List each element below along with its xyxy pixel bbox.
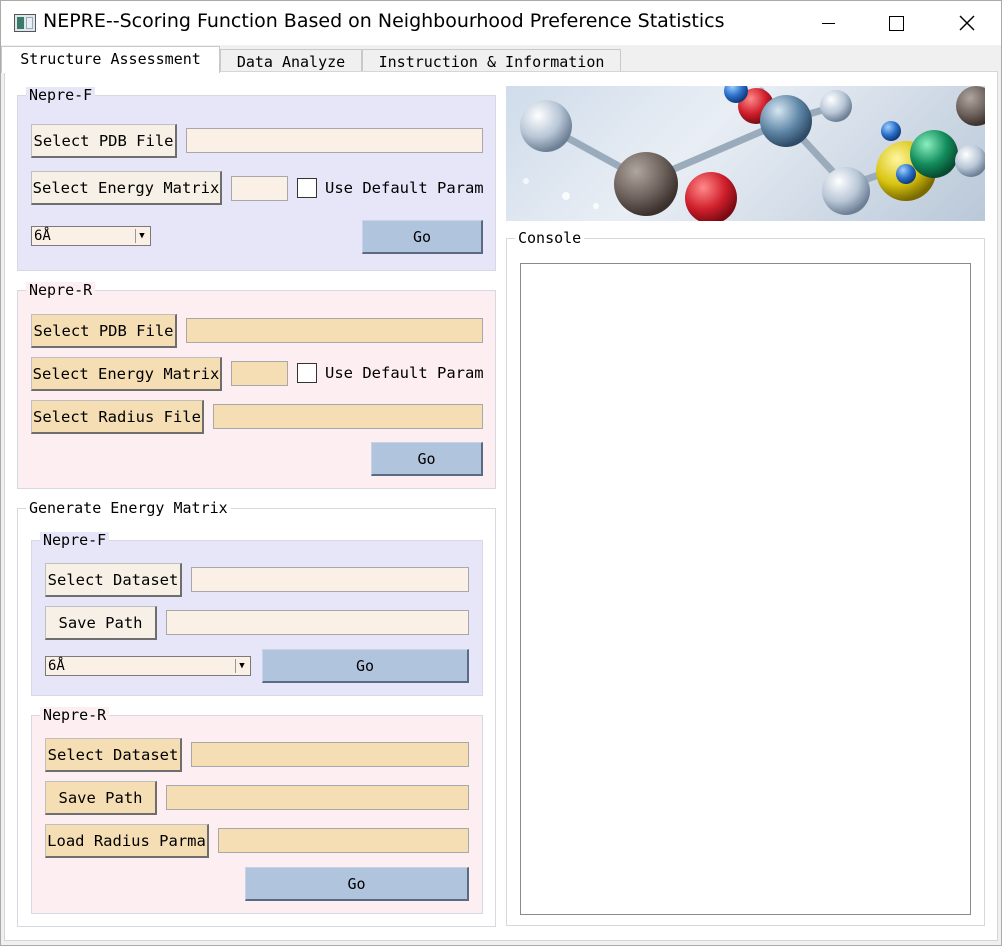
nepre-r-select-energy-button[interactable]: Select Energy Matrix: [31, 357, 222, 391]
nepre-r-go-button[interactable]: Go: [371, 442, 483, 476]
nepre-r-energy-input[interactable]: [231, 361, 288, 386]
window-title: NEPRE--Scoring Function Based on Neighbo…: [43, 10, 725, 32]
nepre-r-use-default-checkbox[interactable]: [297, 363, 317, 383]
generate-nepre-r-title: Nepre-R: [40, 707, 110, 724]
generate-r-load-radius-button[interactable]: Load Radius Parma: [45, 824, 209, 858]
generate-r-select-dataset-button[interactable]: Select Dataset: [45, 738, 182, 772]
generate-r-go-button[interactable]: Go: [245, 867, 469, 901]
nepre-f-select-energy-button[interactable]: Select Energy Matrix: [31, 171, 222, 205]
nepre-r-select-radius-button[interactable]: Select Radius File: [31, 400, 204, 434]
nepre-f-pdb-input[interactable]: [186, 128, 483, 153]
minimize-button[interactable]: [805, 1, 851, 45]
generate-r-save-path-button[interactable]: Save Path: [45, 781, 157, 815]
nepre-f-energy-input[interactable]: [231, 176, 288, 201]
generate-f-dataset-input[interactable]: [191, 567, 469, 592]
tab-data-analyze[interactable]: Data Analyze: [220, 49, 362, 73]
generate-f-radius-select[interactable]: 6Å ▼: [45, 656, 251, 676]
nepre-f-radius-select[interactable]: 6Å ▼: [31, 226, 151, 246]
chevron-down-icon: ▼: [235, 659, 248, 673]
generate-r-save-path-input[interactable]: [166, 785, 469, 810]
console-group: Console: [506, 230, 985, 926]
nepre-r-use-default-label: Use Default Param: [325, 364, 484, 382]
maximize-button[interactable]: [873, 1, 919, 45]
tab-bar: Structure Assessment Data Analyze Instru…: [1, 46, 1001, 73]
maximize-icon: [888, 15, 904, 31]
molecule-banner-image: [506, 86, 985, 221]
console-output[interactable]: [520, 263, 971, 915]
tab-instruction-information[interactable]: Instruction & Information: [362, 49, 621, 73]
nepre-r-radius-input[interactable]: [213, 404, 483, 429]
generate-f-go-button[interactable]: Go: [262, 649, 469, 683]
nepre-f-use-default-label: Use Default Param: [325, 179, 484, 197]
nepre-f-use-default-checkbox[interactable]: [297, 178, 317, 198]
generate-f-select-dataset-button[interactable]: Select Dataset: [45, 563, 182, 597]
generate-nepre-f-title: Nepre-F: [40, 532, 110, 549]
generate-r-dataset-input[interactable]: [191, 742, 469, 767]
title-bar: NEPRE--Scoring Function Based on Neighbo…: [1, 1, 1001, 45]
close-icon: [959, 15, 975, 31]
chevron-down-icon: ▼: [135, 229, 148, 243]
tab-structure-assessment[interactable]: Structure Assessment: [1, 46, 220, 73]
generate-f-radius-value: 6Å: [48, 658, 65, 674]
console-title: Console: [515, 230, 585, 247]
app-window: NEPRE--Scoring Function Based on Neighbo…: [0, 0, 1002, 946]
nepre-r-pdb-input[interactable]: [186, 318, 483, 343]
generate-f-save-path-input[interactable]: [166, 610, 469, 635]
minimize-icon: [821, 22, 835, 24]
app-icon: [14, 14, 36, 32]
generate-r-radius-input[interactable]: [218, 828, 469, 853]
nepre-r-select-pdb-button[interactable]: Select PDB File: [31, 314, 177, 348]
nepre-f-select-pdb-button[interactable]: Select PDB File: [31, 124, 177, 158]
close-button[interactable]: [944, 1, 990, 45]
nepre-f-title: Nepre-F: [26, 87, 96, 104]
generate-energy-title: Generate Energy Matrix: [26, 500, 231, 517]
nepre-f-go-button[interactable]: Go: [362, 220, 483, 254]
generate-f-save-path-button[interactable]: Save Path: [45, 606, 157, 640]
nepre-f-radius-value: 6Å: [34, 228, 51, 244]
nepre-r-title: Nepre-R: [26, 282, 96, 299]
